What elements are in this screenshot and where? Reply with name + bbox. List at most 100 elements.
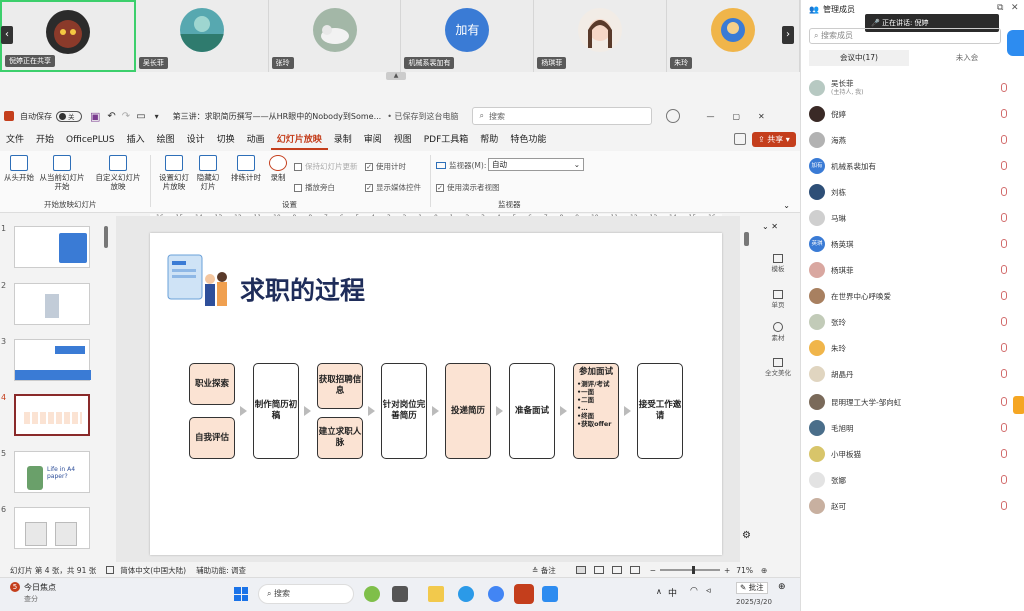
taskbar-search[interactable]: ⌕ 搜索 [258,584,354,604]
member-row[interactable]: 朱玲 [809,338,1015,358]
mic-muted-icon[interactable] [1001,343,1007,352]
slide[interactable]: 求职的过程 职业探索 自我评估 制作简历初稿 获取招聘信息 建立求职人脉 针对岗… [150,233,722,555]
tab-features[interactable]: 特色功能 [504,130,552,150]
collapse-panel-icon[interactable]: ⌄ ✕ [762,222,778,231]
floating-tool-icon[interactable] [1013,396,1024,414]
thumbnail-scrollbar[interactable] [104,226,108,248]
member-row[interactable]: 胡晶丹 [809,364,1015,384]
slide-thumbnail[interactable]: Life in A4 paper? [14,451,90,493]
volume-icon[interactable]: ◃ [706,586,711,596]
tab-design[interactable]: 设计 [181,130,211,150]
slide-thumbnail[interactable] [14,226,90,268]
autosave-toggle[interactable]: 关 [56,110,82,122]
video-tile[interactable]: 吴长菲 [135,0,269,72]
fit-slide-icon[interactable]: ⊕ [761,566,767,575]
mic-muted-icon[interactable] [1001,449,1007,458]
video-tile[interactable]: 张玲 [268,0,402,72]
zoom-level[interactable]: 71% [736,566,753,575]
strip-right-arrow-icon[interactable]: › [782,26,794,44]
zoom-in-icon[interactable]: + [724,566,730,575]
member-row[interactable]: 海燕 [809,130,1015,150]
narration-checkbox[interactable]: 播放旁白 [294,182,335,193]
tab-pdf-tools[interactable]: PDF工具箱 [418,130,475,150]
tab-file[interactable]: 文件 [0,130,30,150]
mic-muted-icon[interactable] [1001,187,1007,196]
member-row[interactable]: 赵可 [809,496,1015,516]
spellcheck-icon[interactable] [106,566,115,574]
reading-view-icon[interactable] [611,566,622,574]
annotate-button[interactable]: ✎ 批注 [736,582,768,594]
member-row[interactable]: 加有 机械系裴加有 [809,156,1015,176]
member-row[interactable]: 刘栋 [809,182,1015,202]
undo-icon[interactable]: ↶ [107,111,115,122]
close-panel-icon[interactable]: ✕ [1011,3,1019,13]
taskbar-app-icon[interactable] [364,586,380,602]
close-icon[interactable]: ✕ [758,112,765,121]
strip-collapse-icon[interactable]: ▲ [386,72,406,80]
powerpoint-taskbar-icon[interactable] [514,584,534,604]
tab-in-meeting[interactable]: 会议中(17) [809,50,909,66]
zoom-slider[interactable] [660,566,720,574]
wifi-icon[interactable]: ◠ [690,586,698,596]
video-tile[interactable]: 加有 机械系裴加有 [401,0,535,72]
tab-transitions[interactable]: 切换 [211,130,241,150]
mic-muted-icon[interactable] [1001,291,1007,300]
mic-muted-icon[interactable] [1001,265,1007,274]
setup-show-button[interactable]: 设置幻灯片放映 [156,155,192,191]
mic-muted-icon[interactable] [1001,397,1007,406]
maximize-icon[interactable]: ▢ [732,112,740,121]
zoom-tool-icon[interactable]: ⊕ [778,582,786,592]
hide-slide-button[interactable]: 隐藏幻灯片 [194,155,222,191]
member-row[interactable]: 张娜 [809,470,1015,490]
account-icon[interactable] [666,109,681,123]
member-row[interactable]: 张玲 [809,312,1015,332]
monitor-select[interactable]: 自动 ⌄ [488,158,584,171]
slide-thumbnail[interactable] [14,507,90,549]
member-row[interactable]: 倪婷 [809,104,1015,124]
mic-muted-icon[interactable] [1001,239,1007,248]
minimize-icon[interactable]: — [706,112,714,121]
mic-muted-icon[interactable] [1001,317,1007,326]
meeting-app-icon[interactable] [542,586,558,602]
popout-icon[interactable]: ⧉ [997,3,1003,13]
mic-muted-icon[interactable] [1001,369,1007,378]
taskbar-app-icon[interactable] [392,586,408,602]
tab-slideshow[interactable]: 幻灯片放映 [270,130,328,150]
accessibility-status[interactable]: 辅助功能: 调查 [196,565,246,576]
normal-view-icon[interactable] [575,566,586,574]
mic-muted-icon[interactable] [1001,501,1007,510]
tab-review[interactable]: 审阅 [358,130,388,150]
rehearse-button[interactable]: 排练计时 [228,155,264,182]
ime-indicator[interactable]: 中 [668,586,677,599]
tab-animations[interactable]: 动画 [241,130,271,150]
browser-icon[interactable] [488,586,504,602]
tray-chevron-icon[interactable]: ∧ [656,587,662,596]
present-icon[interactable]: ▭ [136,111,145,122]
keep-updated-checkbox[interactable]: 保持幻灯片更新 [294,161,358,172]
comments-icon[interactable] [734,133,746,145]
member-row[interactable]: 昆明理工大学-邹向虹 [809,392,1015,412]
sorter-view-icon[interactable] [593,566,604,574]
from-current-button[interactable]: 从当前幻灯片开始 [38,155,86,191]
tool-single-page[interactable]: 单页 [760,290,796,309]
mic-muted-icon[interactable] [1001,109,1007,118]
customize-icon[interactable]: ▾ [155,112,159,121]
tab-not-joined[interactable]: 未入会 [917,50,1017,66]
presenter-view-checkbox[interactable]: ✓ 使用演示者视图 [436,182,500,193]
redo-icon[interactable]: ↷ [122,111,130,122]
file-explorer-icon[interactable] [428,586,444,602]
notes-button[interactable]: ≙ 备注 [532,565,556,576]
slide-thumbnail[interactable] [14,339,91,381]
tab-home[interactable]: 开始 [30,130,60,150]
use-timing-checkbox[interactable]: ✓ 使用计时 [365,161,406,172]
tab-draw[interactable]: 绘图 [151,130,181,150]
tool-template[interactable]: 模板 [760,254,796,273]
member-row[interactable]: 毛旭明 [809,418,1015,438]
tab-officeplus[interactable]: OfficePLUS [60,130,121,150]
media-controls-checkbox[interactable]: ✓ 显示媒体控件 [365,182,421,193]
video-tile[interactable]: 倪婷正在共享 [0,0,136,72]
ribbon-collapse-icon[interactable]: ⌄ [783,201,790,210]
custom-show-button[interactable]: 自定义幻灯片放映 [94,155,142,191]
zoom-out-icon[interactable]: − [650,566,656,575]
tab-record[interactable]: 录制 [328,130,358,150]
